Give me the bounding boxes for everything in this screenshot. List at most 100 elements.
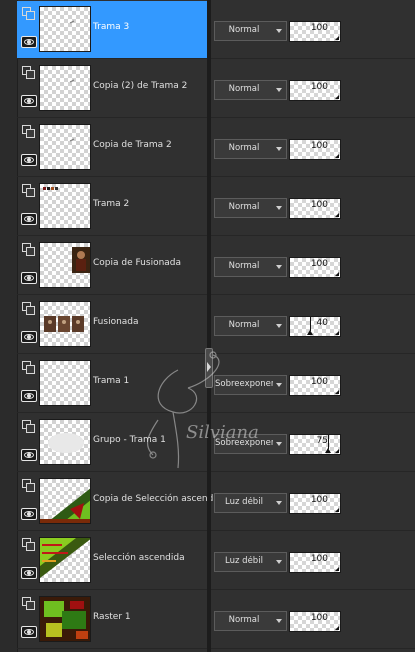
blend-mode-select[interactable]: Normal	[214, 198, 287, 218]
chevron-down-icon	[276, 265, 282, 269]
layer-row[interactable]: Raster 1 Normal 100	[17, 591, 415, 649]
layer-row[interactable]: Grupo - Trama 1 Sobreexponer 75	[17, 414, 415, 472]
opacity-field[interactable]: 100	[289, 552, 341, 573]
layer-thumbnail	[39, 360, 91, 406]
layer-duplicate-icon[interactable]	[22, 538, 36, 552]
blend-mode-select[interactable]: Sobreexponer	[214, 434, 287, 454]
resize-corner-icon	[335, 272, 339, 276]
opacity-slider-marker[interactable]	[307, 317, 313, 335]
opacity-field[interactable]: 100	[289, 611, 341, 632]
visibility-eye-icon[interactable]	[21, 331, 37, 343]
resize-corner-icon	[335, 331, 339, 335]
resize-corner-icon	[335, 567, 339, 571]
visibility-eye-icon[interactable]	[21, 508, 37, 520]
chevron-down-icon	[276, 147, 282, 151]
opacity-field[interactable]: 100	[289, 375, 341, 396]
layer-thumbnail	[39, 419, 91, 465]
resize-corner-icon	[335, 390, 339, 394]
opacity-field[interactable]: 100	[289, 139, 341, 160]
layer-row-selection-area[interactable]: Copia (2) de Trama 2	[17, 60, 207, 118]
layer-thumbnail	[39, 596, 91, 642]
layer-row[interactable]: Trama 2 Normal 100	[17, 178, 415, 236]
layer-duplicate-icon[interactable]	[22, 597, 36, 611]
opacity-field[interactable]: 100	[289, 198, 341, 219]
blend-mode-value: Sobreexponer	[215, 379, 273, 389]
row-separator	[17, 412, 415, 413]
blend-mode-value: Sobreexponer	[215, 438, 273, 448]
row-separator	[17, 58, 415, 59]
blend-mode-select[interactable]: Luz débil	[214, 552, 287, 572]
opacity-field[interactable]: 75	[289, 434, 341, 455]
blend-mode-select[interactable]: Normal	[214, 316, 287, 336]
chevron-down-icon	[276, 560, 282, 564]
layer-duplicate-icon[interactable]	[22, 7, 36, 21]
layer-row[interactable]: Copia de Fusionada Normal 100	[17, 237, 415, 295]
layer-name: Trama 1	[93, 376, 130, 386]
layer-row-selection-area[interactable]: Trama 3	[17, 1, 207, 59]
layer-row[interactable]: Selección ascendida Luz débil 100	[17, 532, 415, 590]
blend-mode-select[interactable]: Normal	[214, 257, 287, 277]
visibility-eye-icon[interactable]	[21, 626, 37, 638]
layer-row[interactable]: Trama 1 Sobreexponer 100	[17, 355, 415, 413]
layer-row[interactable]: Fusionada Normal 40	[17, 296, 415, 354]
opacity-field[interactable]: 100	[289, 257, 341, 278]
blend-mode-select[interactable]: Sobreexponer	[214, 375, 287, 395]
chevron-down-icon	[276, 324, 282, 328]
opacity-field[interactable]: 100	[289, 80, 341, 101]
visibility-eye-icon[interactable]	[21, 36, 37, 48]
row-separator	[17, 648, 415, 649]
chevron-right-icon	[207, 362, 211, 372]
layer-row[interactable]: Copia de Selección ascendida Luz débil 100	[17, 473, 415, 531]
blend-mode-value: Normal	[228, 143, 260, 153]
layer-duplicate-icon[interactable]	[22, 420, 36, 434]
opacity-field[interactable]: 100	[289, 493, 341, 514]
layer-name: Grupo - Trama 1	[93, 435, 166, 445]
layer-duplicate-icon[interactable]	[22, 479, 36, 493]
layer-row[interactable]: Copia de Trama 2 Normal 100	[17, 119, 415, 177]
opacity-value: 100	[310, 554, 328, 564]
blend-mode-select[interactable]: Normal	[214, 21, 287, 41]
opacity-slider-marker[interactable]	[325, 435, 331, 453]
layer-duplicate-icon[interactable]	[22, 66, 36, 80]
chevron-down-icon	[276, 619, 282, 623]
layer-name: Trama 3	[93, 22, 130, 32]
row-separator	[17, 294, 415, 295]
visibility-eye-icon[interactable]	[21, 213, 37, 225]
panel-splitter-handle[interactable]	[205, 348, 213, 388]
blend-mode-select[interactable]: Normal	[214, 139, 287, 159]
layer-duplicate-icon[interactable]	[22, 361, 36, 375]
chevron-down-icon	[276, 29, 282, 33]
visibility-eye-icon[interactable]	[21, 95, 37, 107]
opacity-field[interactable]: 100	[289, 21, 341, 42]
layer-row-selection-area[interactable]: Copia de Fusionada	[17, 237, 207, 295]
row-separator	[17, 589, 415, 590]
layer-row-selection-area[interactable]: Trama 2	[17, 178, 207, 236]
opacity-value: 100	[310, 377, 328, 387]
blend-mode-select[interactable]: Normal	[214, 80, 287, 100]
layer-row-selection-area[interactable]: Copia de Selección ascendida	[17, 473, 227, 531]
opacity-field[interactable]: 40	[289, 316, 341, 337]
row-separator	[17, 117, 415, 118]
layer-row-selection-area[interactable]: Fusionada	[17, 296, 207, 354]
layer-duplicate-icon[interactable]	[22, 302, 36, 316]
layer-row[interactable]: Trama 3 Normal 100	[17, 1, 415, 59]
blend-mode-select[interactable]: Normal	[214, 611, 287, 631]
row-separator	[17, 530, 415, 531]
blend-mode-select[interactable]: Luz débil	[214, 493, 287, 513]
layer-row-selection-area[interactable]: Selección ascendida	[17, 532, 207, 590]
layer-row-selection-area[interactable]: Copia de Trama 2	[17, 119, 207, 177]
visibility-eye-icon[interactable]	[21, 390, 37, 402]
visibility-eye-icon[interactable]	[21, 154, 37, 166]
row-separator	[17, 471, 415, 472]
layer-duplicate-icon[interactable]	[22, 243, 36, 257]
layer-row[interactable]: Copia (2) de Trama 2 Normal 100	[17, 60, 415, 118]
layer-row-selection-area[interactable]: Trama 1	[17, 355, 207, 413]
opacity-value: 100	[310, 495, 328, 505]
visibility-eye-icon[interactable]	[21, 449, 37, 461]
layer-row-selection-area[interactable]: Raster 1	[17, 591, 207, 649]
layer-row-selection-area[interactable]: Grupo - Trama 1	[17, 414, 207, 472]
layer-duplicate-icon[interactable]	[22, 125, 36, 139]
visibility-eye-icon[interactable]	[21, 567, 37, 579]
visibility-eye-icon[interactable]	[21, 272, 37, 284]
layer-duplicate-icon[interactable]	[22, 184, 36, 198]
